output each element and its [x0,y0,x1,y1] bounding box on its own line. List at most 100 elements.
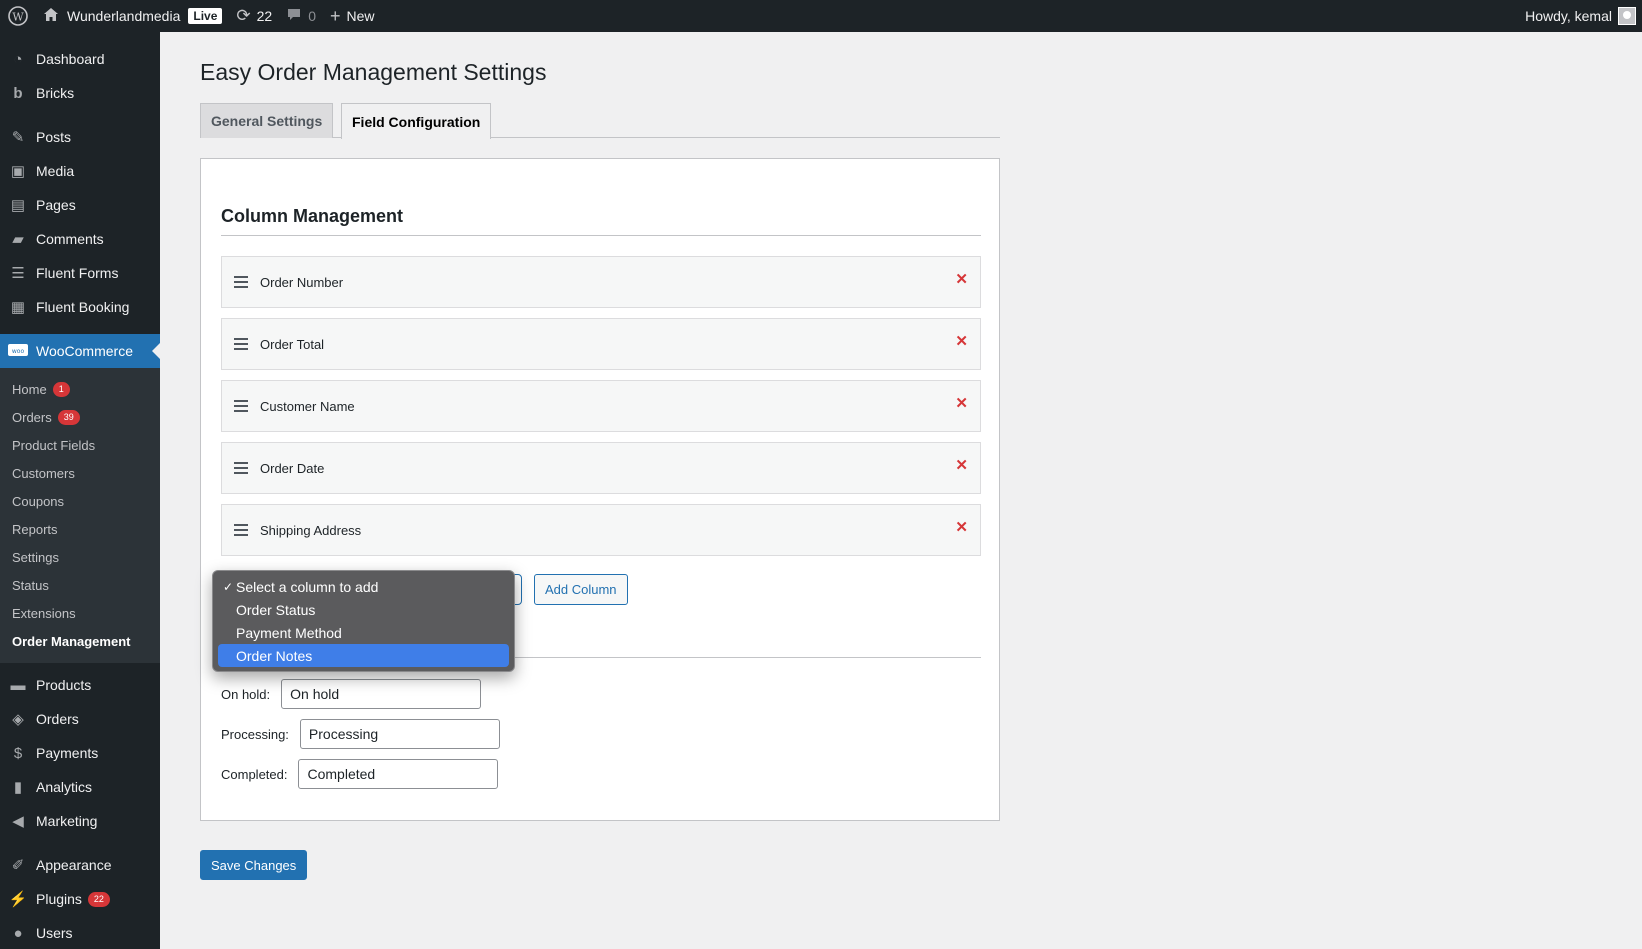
submenu-label: Extensions [12,605,76,621]
drag-handle-icon[interactable] [234,462,248,474]
count-badge: 22 [87,891,110,907]
save-changes-button[interactable]: Save Changes [200,850,308,880]
submenu-item-customers[interactable]: Customers [0,459,160,487]
drag-handle-icon[interactable] [234,276,248,288]
remove-icon[interactable]: ✕ [955,270,968,288]
submenu-item-home[interactable]: Home 1 [0,375,160,403]
submenu-label: Coupons [12,493,65,509]
dropdown-option[interactable]: Payment Method [218,621,509,644]
sidebar-item-pages[interactable]: ▤ Pages [0,188,160,222]
submenu-item-order-management[interactable]: Order Management [0,627,160,655]
submenu-label: Settings [12,549,59,565]
submenu-item-coupons[interactable]: Coupons [0,487,160,515]
submenu-label: Order Management [12,633,131,649]
sidebar-item-fluent-booking[interactable]: ▦ Fluent Booking [0,290,160,324]
sidebar-item-label: Users [36,925,73,941]
megaphone-icon: ◀ [12,813,24,830]
settings-tabs: General Settings Field Configuration [200,103,1000,139]
site-name-link[interactable]: Wunderlandmedia Live [36,0,229,32]
my-account[interactable]: Howdy, kemal [1525,7,1642,25]
sidebar-item-label: Comments [36,231,104,247]
column-label: Customer Name [260,398,355,414]
submenu-label: Status [12,577,49,593]
comment-icon [286,7,302,25]
field-label: Completed: [221,766,288,782]
page-title: Easy Order Management Settings [200,59,547,85]
submenu-label: Reports [12,521,58,537]
remove-icon[interactable]: ✕ [955,394,968,412]
dropdown-option[interactable]: ✓ Select a column to add [218,575,509,598]
submenu-item-product-fields[interactable]: Product Fields [0,431,160,459]
comments-link[interactable]: 0 [279,0,323,32]
sidebar-item-label: Payments [36,745,99,761]
add-column-button[interactable]: Add Column [534,574,628,605]
status-field-on-hold: On hold: [221,679,482,709]
updates-link[interactable]: ⟳ 22 [229,0,279,32]
remove-icon[interactable]: ✕ [955,518,968,536]
sidebar-item-bricks[interactable]: b Bricks [0,76,160,110]
sidebar-item-comments[interactable]: ▰ Comments [0,222,160,256]
submenu-item-settings[interactable]: Settings [0,543,160,571]
sidebar-item-analytics[interactable]: ▮ Analytics [0,770,160,804]
new-label: New [346,8,375,24]
sidebar-item-plugins[interactable]: ⚡ Plugins 22 [0,882,160,916]
sidebar-item-label: Bricks [36,85,75,101]
on-hold-input[interactable] [281,679,482,709]
wordpress-logo-icon[interactable]: W [0,0,36,32]
column-row[interactable]: Customer Name ✕ [221,380,981,432]
completed-input[interactable] [298,759,499,789]
home-icon [43,7,59,25]
column-row[interactable]: Order Total ✕ [221,318,981,370]
submenu-item-orders[interactable]: Orders 39 [0,403,160,431]
sidebar-item-label: Orders [36,711,79,727]
plus-icon: + [330,5,341,26]
processing-input[interactable] [299,719,500,749]
booking-icon: ▦ [10,299,26,316]
sidebar-item-orders[interactable]: ◈ Orders [0,702,160,736]
live-badge: Live [188,8,223,24]
submenu-label: Product Fields [12,437,96,453]
sidebar-item-posts[interactable]: ✎ Posts [0,120,160,154]
remove-icon[interactable]: ✕ [955,456,968,474]
settings-panel: Column Management Order Number ✕ Order T… [200,158,1000,821]
sidebar-item-label: Products [36,677,92,693]
drag-handle-icon[interactable] [234,400,248,412]
dropdown-option[interactable]: Order Notes [218,644,509,667]
avatar [1618,7,1636,25]
sidebar-item-dashboard[interactable]: ◔ Dashboard [0,42,160,76]
drag-handle-icon[interactable] [234,338,248,350]
submenu-item-extensions[interactable]: Extensions [0,599,160,627]
new-content-link[interactable]: + New [323,0,382,32]
sidebar-item-products[interactable]: ▬ Products [0,668,160,702]
remove-icon[interactable]: ✕ [955,332,968,350]
count-badge: 39 [57,409,80,425]
tag-icon: ◈ [12,711,24,728]
sidebar-item-users[interactable]: ● Users [0,916,160,949]
tab-field-configuration[interactable]: Field Configuration [341,103,492,139]
sidebar-item-woocommerce[interactable]: woo WooCommerce [0,334,160,368]
field-label: Processing: [221,726,289,742]
dropdown-option[interactable]: Order Status [218,598,509,621]
option-label: Order Status [236,601,316,618]
status-field-processing: Processing: [221,719,500,749]
option-label: Order Notes [236,647,313,664]
site-name: Wunderlandmedia [67,8,181,24]
submenu-label: Home [12,381,47,397]
column-row[interactable]: Order Date ✕ [221,442,981,494]
sidebar-item-appearance[interactable]: ✐ Appearance [0,848,160,882]
sidebar-item-fluent-forms[interactable]: ☰ Fluent Forms [0,256,160,290]
count-badge: 1 [52,381,70,397]
column-row[interactable]: Order Number ✕ [221,256,981,308]
column-row[interactable]: Shipping Address ✕ [221,504,981,556]
sidebar-item-media[interactable]: ▣ Media [0,154,160,188]
sidebar-item-label: Fluent Booking [36,299,130,315]
submenu-item-reports[interactable]: Reports [0,515,160,543]
plug-icon: ⚡ [8,891,28,908]
sidebar-item-label: Analytics [36,779,93,795]
column-select-dropdown: ✓ Select a column to add Order Status Pa… [212,570,515,672]
sidebar-item-marketing[interactable]: ◀ Marketing [0,804,160,838]
sidebar-item-payments[interactable]: $ Payments [0,736,160,770]
drag-handle-icon[interactable] [234,524,248,536]
tab-general-settings[interactable]: General Settings [200,103,334,138]
submenu-item-status[interactable]: Status [0,571,160,599]
